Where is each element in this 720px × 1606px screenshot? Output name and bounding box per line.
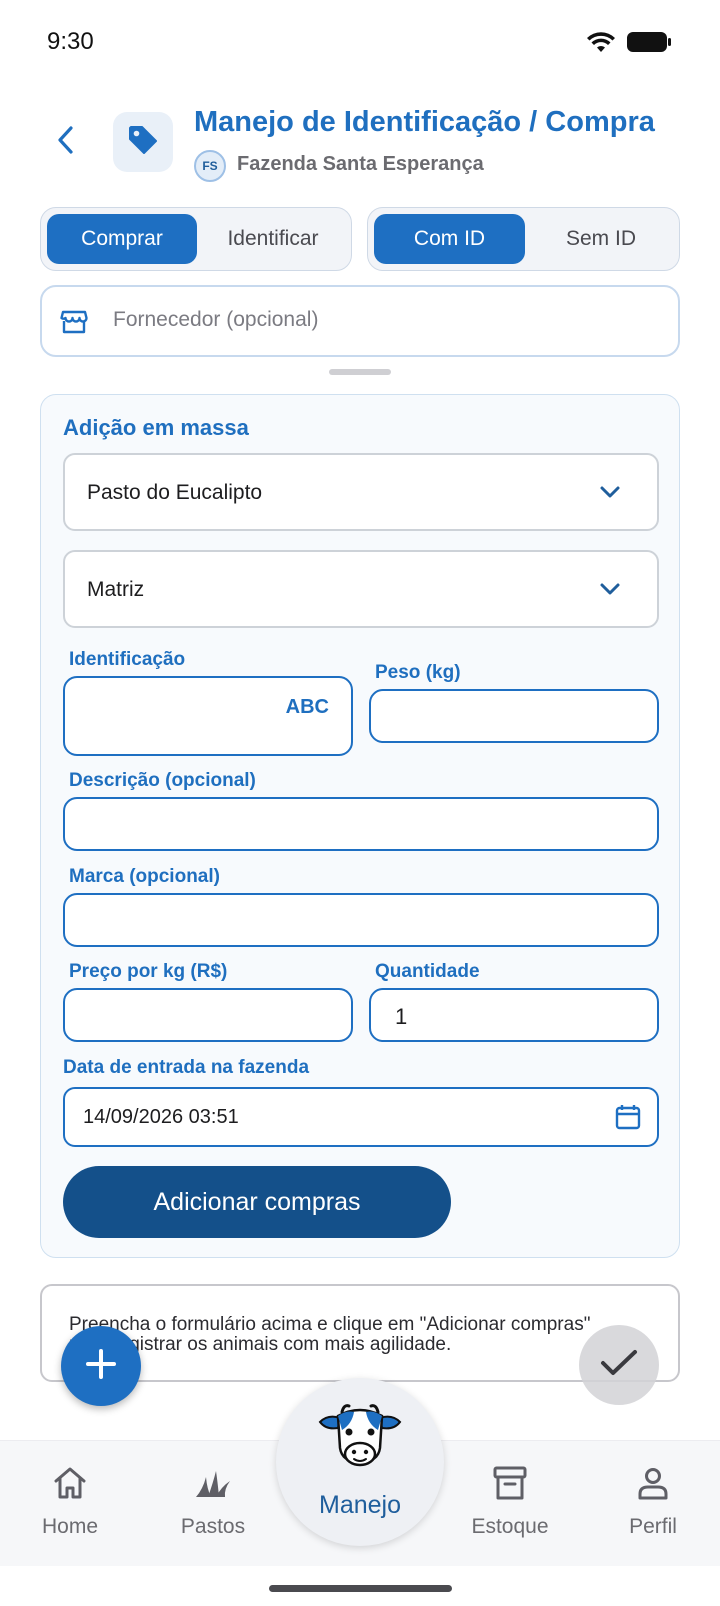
nav-item-perfil[interactable]: Perfil [593,1465,713,1539]
nav-label-manejo: Manejo [319,1491,401,1519]
farm-avatar: FS [194,150,226,182]
peso-label: Peso (kg) [375,662,461,683]
cow-icon [316,1400,404,1493]
calendar-icon[interactable] [615,1104,641,1135]
marca-label: Marca (opcional) [69,866,220,887]
nav-item-estoque[interactable]: Estoque [450,1465,570,1539]
preco-label: Preço por kg (R$) [69,961,228,982]
home-icon [52,1466,88,1505]
nav-item-home[interactable]: Home [10,1465,130,1539]
nav-label-home: Home [41,1515,99,1538]
header: Manejo de Identificação / Compra FS Faze… [0,100,720,190]
mode-toggle: Comprar Identificar [40,207,352,271]
nav-item-pastos[interactable]: Pastos [153,1465,273,1539]
status-icons [586,30,672,59]
nav-label-pastos: Pastos [180,1515,246,1538]
status-time: 9:30 [47,28,94,55]
page-title: Manejo de Identificação / Compra [194,106,655,138]
pasture-select[interactable]: Pasto do Eucalipto [63,453,659,531]
status-bar: 9:30 [0,0,720,90]
chevron-down-icon [599,485,621,504]
identificacao-input[interactable]: ABC [63,676,353,756]
supplier-placeholder: Fornecedor (opcional) [113,308,319,331]
drag-handle[interactable] [329,369,391,375]
quantidade-input[interactable]: 1 [369,988,659,1042]
archive-icon [492,1465,528,1506]
category-select[interactable]: Matriz [63,550,659,628]
back-button[interactable] [44,120,88,164]
data-entrada-input[interactable]: 14/09/2026 03:51 [63,1087,659,1147]
nav-item-manejo[interactable]: Manejo [276,1378,444,1546]
home-indicator[interactable] [269,1585,452,1592]
add-fab-button[interactable] [61,1326,141,1406]
chevron-left-icon [54,124,78,161]
preco-input[interactable] [63,988,353,1042]
plus-icon [84,1347,118,1386]
peso-input[interactable] [369,689,659,743]
tag-icon [126,123,160,162]
chevron-down-icon [599,582,621,601]
identificacao-label: Identificação [69,649,186,670]
data-entrada-label: Data de entrada na fazenda [63,1057,310,1078]
confirm-button[interactable] [579,1325,659,1405]
sem-id-toggle-button[interactable]: Sem ID [527,214,675,264]
quantidade-value: 1 [395,1004,408,1029]
wifi-icon [586,30,616,59]
farm-name: Fazenda Santa Esperança [237,153,484,175]
pasture-select-value: Pasto do Eucalipto [87,481,263,504]
check-icon [599,1347,639,1384]
descricao-label: Descrição (opcional) [69,770,256,791]
store-icon [60,309,88,340]
descricao-input[interactable] [63,797,659,851]
adicionar-compras-button[interactable]: Adicionar compras [63,1166,451,1238]
person-icon [636,1466,670,1505]
bulk-add-card: Adição em massa Pasto do Eucalipto Matri… [40,394,680,1258]
category-select-value: Matriz [87,578,145,601]
data-entrada-value: 14/09/2026 03:51 [83,1106,239,1128]
battery-icon [626,30,672,59]
id-toggle: Com ID Sem ID [367,207,680,271]
header-icon-container [113,112,173,172]
comprar-toggle-button[interactable]: Comprar [47,214,197,264]
abc-mode-toggle[interactable]: ABC [286,696,329,719]
com-id-toggle-button[interactable]: Com ID [374,214,525,264]
nav-label-estoque: Estoque [471,1515,549,1538]
quantidade-label: Quantidade [375,961,480,982]
marca-input[interactable] [63,893,659,947]
identificar-toggle-button[interactable]: Identificar [199,214,347,264]
hint-text: Preencha o formulário acima e clique em … [69,1314,591,1355]
supplier-input[interactable]: Fornecedor (opcional) [40,285,680,357]
grass-icon [194,1467,232,1504]
bulk-add-title: Adição em massa [63,415,249,440]
nav-label-perfil: Perfil [629,1515,677,1538]
